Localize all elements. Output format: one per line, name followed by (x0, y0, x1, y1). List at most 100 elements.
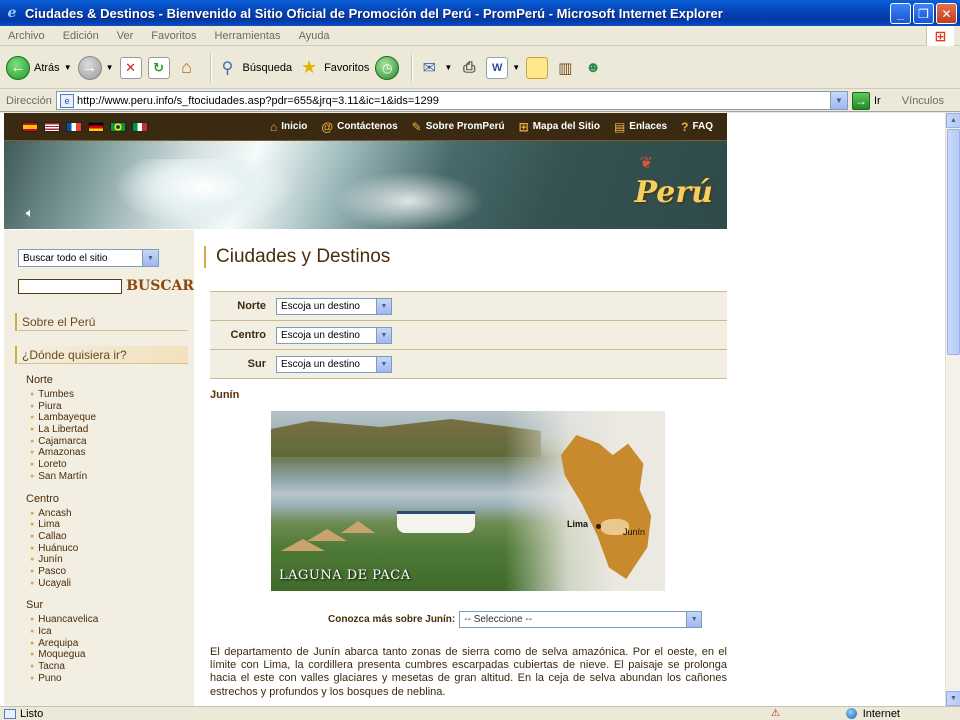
destination-link[interactable]: ● Arequipa (30, 638, 194, 650)
destination-link[interactable]: ● Puno (30, 673, 194, 685)
menu-favoritos[interactable]: Favoritos (147, 30, 196, 42)
menu-ver[interactable]: Ver (113, 30, 134, 42)
destination-link[interactable]: ● Junín (30, 554, 194, 566)
destination-link[interactable]: ● Ica (30, 626, 194, 638)
back-arrow-icon: ← (6, 55, 30, 80)
favorites-button[interactable]: ★ Favoritos (298, 52, 369, 84)
stop-button[interactable]: ✕ (119, 52, 142, 84)
privacy-icon[interactable]: ⚠ (771, 708, 780, 719)
destination-select-centro[interactable]: Escoja un destino ▼ (276, 326, 392, 344)
destination-link[interactable]: ● Tacna (30, 661, 194, 673)
menu-archivo[interactable]: Archivo (4, 30, 45, 42)
vertical-scrollbar[interactable]: ▲ ▼ (945, 113, 960, 706)
go-button[interactable]: → Ir (852, 91, 881, 110)
search-scope-value: Buscar todo el sitio (23, 252, 108, 264)
search-input[interactable] (18, 278, 123, 294)
address-dropdown-icon[interactable]: ▼ (830, 92, 847, 109)
destination-link[interactable]: ● Huánuco (30, 543, 194, 555)
bullet-icon: ● (30, 509, 35, 517)
search-submit-button[interactable]: BUSCAR (126, 278, 194, 294)
destination-label: Cajamarca (38, 435, 87, 447)
back-button[interactable]: ← Atrás ▼ (6, 52, 72, 84)
select-value: -- Seleccione -- (464, 614, 533, 625)
menu-herramientas[interactable]: Herramientas (211, 30, 281, 42)
destination-link[interactable]: ● Ancash (30, 508, 194, 520)
search-button[interactable]: ⚲ Búsqueda (217, 52, 292, 84)
destination-link[interactable]: ● San Martín (30, 471, 194, 483)
forward-dropdown-icon[interactable]: ▼ (106, 63, 114, 72)
nav-faq[interactable]: ? FAQ (681, 120, 713, 134)
region-sur: Sur (26, 599, 44, 612)
region-norte: Norte (26, 374, 53, 386)
destination-link[interactable]: ● Cajamarca (30, 436, 194, 448)
print-button[interactable]: ⎙ (458, 52, 480, 84)
flag-italy-icon[interactable] (132, 121, 148, 132)
forward-button[interactable]: → ▼ (77, 52, 114, 84)
menu-edicion[interactable]: Edición (59, 30, 99, 42)
flag-germany-icon[interactable] (88, 121, 104, 132)
flag-france-icon[interactable] (66, 121, 82, 132)
destination-link[interactable]: ● Lima (30, 519, 194, 531)
sidebar-section-sobre-el-peru[interactable]: Sobre el Perú (15, 313, 188, 331)
destination-link[interactable]: ● Moquegua (30, 649, 194, 661)
destination-link[interactable]: ● Amazonas (30, 447, 194, 459)
minimize-button[interactable]: _ (890, 3, 911, 24)
destination-select-sur[interactable]: Escoja un destino ▼ (276, 355, 392, 373)
books-icon: ▥ (558, 59, 573, 77)
destination-link[interactable]: ● Callao (30, 531, 194, 543)
destination-link[interactable]: ● Lambayeque (30, 412, 194, 424)
more-info-label: Conozca más sobre Junín: (328, 614, 456, 625)
destination-link[interactable]: ● La Libertad (30, 424, 194, 436)
nav-contactenos[interactable]: @ Contáctenos (321, 120, 397, 134)
peru-logo[interactable]: Perú (635, 175, 713, 210)
home-button[interactable]: ⌂ (176, 52, 198, 84)
links-button[interactable]: Vínculos (902, 95, 944, 107)
history-button[interactable]: ◷ (375, 52, 400, 84)
destination-link[interactable]: ● Ucayali (30, 578, 194, 590)
destination-link[interactable]: ● Huancavelica (30, 614, 194, 626)
messenger-icon: ☻ (585, 59, 602, 76)
mail-button[interactable]: ✉ ▼ (418, 52, 453, 84)
maximize-button[interactable]: ❐ (913, 3, 934, 24)
flag-brazil-icon[interactable] (110, 121, 126, 132)
flag-usa-icon[interactable] (44, 121, 60, 132)
destination-link[interactable]: ● Pasco (30, 566, 194, 578)
scrollbar-thumb[interactable] (947, 129, 960, 355)
back-dropdown-icon[interactable]: ▼ (64, 63, 72, 72)
search-scope-select[interactable]: Buscar todo el sitio ▼ (18, 249, 159, 267)
page-viewport: ⌂ Inicio @ Contáctenos ✎ Sobre PromPerú ⊞ Ma… (0, 113, 945, 706)
menu-ayuda[interactable]: Ayuda (295, 30, 330, 42)
toolbar: ← Atrás ▼ → ▼ ✕ ↻ ⌂ ⚲ Búsqueda ★ Favorit… (0, 47, 960, 89)
umbrella-graphic (341, 521, 375, 533)
messenger-button[interactable]: ☻ (582, 52, 604, 84)
destination-link[interactable]: ● Tumbes (30, 389, 194, 401)
refresh-button[interactable]: ↻ (147, 52, 170, 84)
edit-button[interactable]: W ▼ (486, 52, 520, 84)
nav-enlaces[interactable]: ▤ Enlaces (614, 120, 667, 134)
research-button[interactable]: ▥ (554, 52, 576, 84)
nav-inicio[interactable]: ⌂ Inicio (270, 120, 307, 134)
destination-link[interactable]: ● Loreto (30, 459, 194, 471)
more-info-select[interactable]: -- Seleccione -- ▼ (459, 611, 703, 628)
filter-row-centro: Centro Escoja un destino ▼ (210, 321, 727, 350)
close-button[interactable]: ✕ (936, 3, 957, 24)
sidebar-section-donde-ir[interactable]: ¿Dónde quisiera ir? (15, 346, 188, 364)
nav-label: Enlaces (629, 121, 668, 132)
nav-sobre-promperu[interactable]: ✎ Sobre PromPerú (412, 120, 505, 134)
forward-arrow-icon: → (77, 55, 102, 80)
mail-dropdown-icon[interactable]: ▼ (444, 63, 452, 72)
address-input[interactable]: e http://www.peru.info/s_ftociudades.asp… (56, 91, 848, 110)
bullet-icon: ● (30, 521, 35, 529)
nav-mapa-del-sitio[interactable]: ⊞ Mapa del Sitio (519, 120, 600, 134)
destination-link[interactable]: ● Piura (30, 401, 194, 413)
hills-graphic (271, 419, 541, 457)
edit-dropdown-icon[interactable]: ▼ (512, 63, 520, 72)
flag-spain-icon[interactable] (22, 121, 38, 132)
speaker-icon[interactable]: 🔈︎ (26, 205, 34, 221)
destination-select-norte[interactable]: Escoja un destino ▼ (276, 297, 392, 315)
discuss-button[interactable] (526, 52, 549, 84)
address-bar: Dirección e http://www.peru.info/s_ftoci… (0, 90, 960, 112)
filter-label: Norte (237, 300, 266, 312)
scroll-up-icon[interactable]: ▲ (946, 113, 960, 128)
scroll-down-icon[interactable]: ▼ (946, 691, 960, 706)
